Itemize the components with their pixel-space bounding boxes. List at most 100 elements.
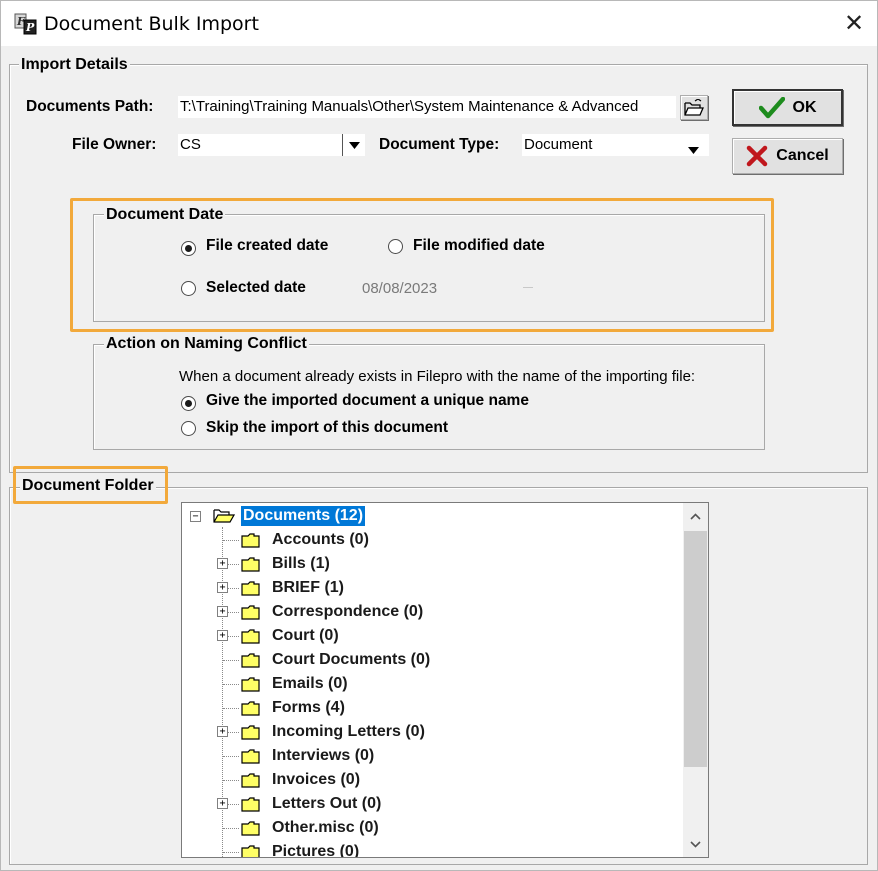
selected-date-label[interactable]: Selected date — [206, 279, 306, 297]
file-created-radio[interactable] — [181, 239, 196, 256]
tree-connector — [223, 708, 239, 709]
tree-root-row[interactable]: − Documents (12) — [182, 504, 682, 528]
selected-date-field[interactable]: 08/08/2023 — [362, 280, 437, 297]
tree-folder-row[interactable]: Pictures (0) — [182, 840, 682, 857]
folder-icon — [241, 701, 260, 716]
folder-icon — [241, 845, 260, 857]
document-type-dropdown-button[interactable] — [688, 141, 699, 154]
cancel-label: Cancel — [776, 147, 829, 164]
expand-icon[interactable]: + — [217, 798, 228, 809]
naming-conflict-legend: Action on Naming Conflict — [104, 335, 309, 353]
x-icon — [747, 145, 768, 167]
ok-button[interactable]: OK — [732, 89, 843, 126]
file-modified-label[interactable]: File modified date — [413, 237, 545, 255]
expand-icon[interactable]: + — [217, 558, 228, 569]
chevron-down-icon — [690, 840, 701, 848]
tree-folder-row[interactable]: Accounts (0) — [182, 528, 682, 552]
tree-folder-row[interactable]: + Incoming Letters (0) — [182, 720, 682, 744]
tree-folder-label[interactable]: Accounts (0) — [270, 530, 371, 550]
checkmark-icon — [758, 96, 785, 118]
folder-icon — [241, 653, 260, 668]
tree-connector — [223, 756, 239, 757]
scroll-up-button[interactable] — [683, 503, 708, 529]
tree-folder-row[interactable]: Other.misc (0) — [182, 816, 682, 840]
folder-icon — [241, 797, 260, 812]
expand-icon[interactable]: + — [217, 606, 228, 617]
folder-icon — [241, 749, 260, 764]
tree-folder-label[interactable]: Forms (4) — [270, 698, 347, 718]
tree-folder-row[interactable]: Invoices (0) — [182, 768, 682, 792]
file-owner-dropdown-button[interactable] — [342, 134, 365, 156]
tree-folder-row[interactable]: Interviews (0) — [182, 744, 682, 768]
file-modified-radio[interactable] — [388, 239, 403, 258]
import-details-legend: Import Details — [19, 56, 130, 74]
tree-folder-row[interactable]: Forms (4) — [182, 696, 682, 720]
tree-folder-label[interactable]: Letters Out (0) — [270, 794, 383, 814]
tree-folder-label[interactable]: Invoices (0) — [270, 770, 362, 790]
tree-folder-row[interactable]: + BRIEF (1) — [182, 576, 682, 600]
expand-icon[interactable]: + — [217, 630, 228, 641]
expand-icon[interactable]: + — [217, 582, 228, 593]
document-date-legend: Document Date — [104, 206, 226, 224]
tree-connector — [223, 828, 239, 829]
skip-import-label[interactable]: Skip the import of this document — [206, 419, 448, 437]
unique-name-radio[interactable] — [181, 394, 196, 411]
tree-folder-label[interactable]: Pictures (0) — [270, 842, 361, 857]
window-title: Document Bulk Import — [44, 13, 259, 35]
tree-folder-label[interactable]: Other.misc (0) — [270, 818, 381, 838]
file-owner-select[interactable]: CS — [178, 134, 365, 156]
tree-connector — [223, 780, 239, 781]
tree-folder-row[interactable]: + Letters Out (0) — [182, 792, 682, 816]
expand-icon[interactable]: + — [217, 726, 228, 737]
folder-icon — [241, 677, 260, 692]
folder-icon — [241, 605, 260, 620]
document-type-select[interactable]: Document — [522, 134, 709, 156]
tree-folder-label[interactable]: BRIEF (1) — [270, 578, 346, 598]
file-created-label[interactable]: File created date — [206, 237, 328, 255]
folder-tree[interactable]: − Documents (12) Accounts (0) + Bills (1) +… — [181, 502, 709, 858]
tree-scrollbar[interactable] — [683, 503, 708, 857]
skip-import-radio[interactable] — [181, 421, 196, 440]
tree-connector — [223, 852, 239, 853]
browse-folder-button[interactable] — [680, 95, 708, 120]
ok-label: OK — [792, 98, 817, 116]
tree-connector — [223, 660, 239, 661]
tree-folder-label[interactable]: Incoming Letters (0) — [270, 722, 427, 742]
folder-open-icon — [684, 98, 704, 116]
tree-folder-row[interactable]: + Bills (1) — [182, 552, 682, 576]
file-owner-label: File Owner: — [72, 136, 157, 153]
close-icon: ✕ — [843, 9, 865, 37]
tree-folder-row[interactable]: Emails (0) — [182, 672, 682, 696]
tree-folder-label[interactable]: Emails (0) — [270, 674, 350, 694]
scroll-thumb[interactable] — [684, 531, 707, 767]
folder-icon — [241, 629, 260, 644]
tree-root-label[interactable]: Documents (12) — [241, 506, 366, 526]
tree-folder-row[interactable]: + Court (0) — [182, 624, 682, 648]
tree-folder-label[interactable]: Interviews (0) — [270, 746, 376, 766]
tree-folder-row[interactable]: Court Documents (0) — [182, 648, 682, 672]
naming-conflict-description: When a document already exists in Filepr… — [179, 368, 696, 385]
scroll-down-button[interactable] — [683, 831, 708, 857]
folder-icon — [241, 533, 260, 548]
document-type-label: Document Type: — [379, 136, 500, 153]
tree-folder-row[interactable]: + Correspondence (0) — [182, 600, 682, 624]
documents-path-label: Documents Path: — [26, 98, 154, 115]
folder-icon — [241, 773, 260, 788]
cancel-button[interactable]: Cancel — [732, 138, 843, 174]
svg-text:P: P — [25, 21, 35, 34]
date-picker-divider — [523, 287, 533, 288]
tree-folder-label[interactable]: Court Documents (0) — [270, 650, 432, 670]
selected-date-radio[interactable] — [181, 281, 196, 300]
tree-connector — [223, 684, 239, 685]
collapse-icon[interactable]: − — [190, 511, 201, 522]
dropdown-arrow-icon — [688, 147, 699, 154]
tree-folder-label[interactable]: Court (0) — [270, 626, 341, 646]
tree-connector — [223, 540, 239, 541]
folder-icon — [241, 725, 260, 740]
tree-folder-label[interactable]: Bills (1) — [270, 554, 332, 574]
unique-name-label[interactable]: Give the imported document a unique name — [206, 392, 529, 410]
tree-folder-label[interactable]: Correspondence (0) — [270, 602, 425, 622]
close-button[interactable]: ✕ — [836, 8, 872, 38]
documents-path-field[interactable]: T:\Training\Training Manuals\Other\Syste… — [178, 96, 676, 118]
folder-icon — [241, 581, 260, 596]
